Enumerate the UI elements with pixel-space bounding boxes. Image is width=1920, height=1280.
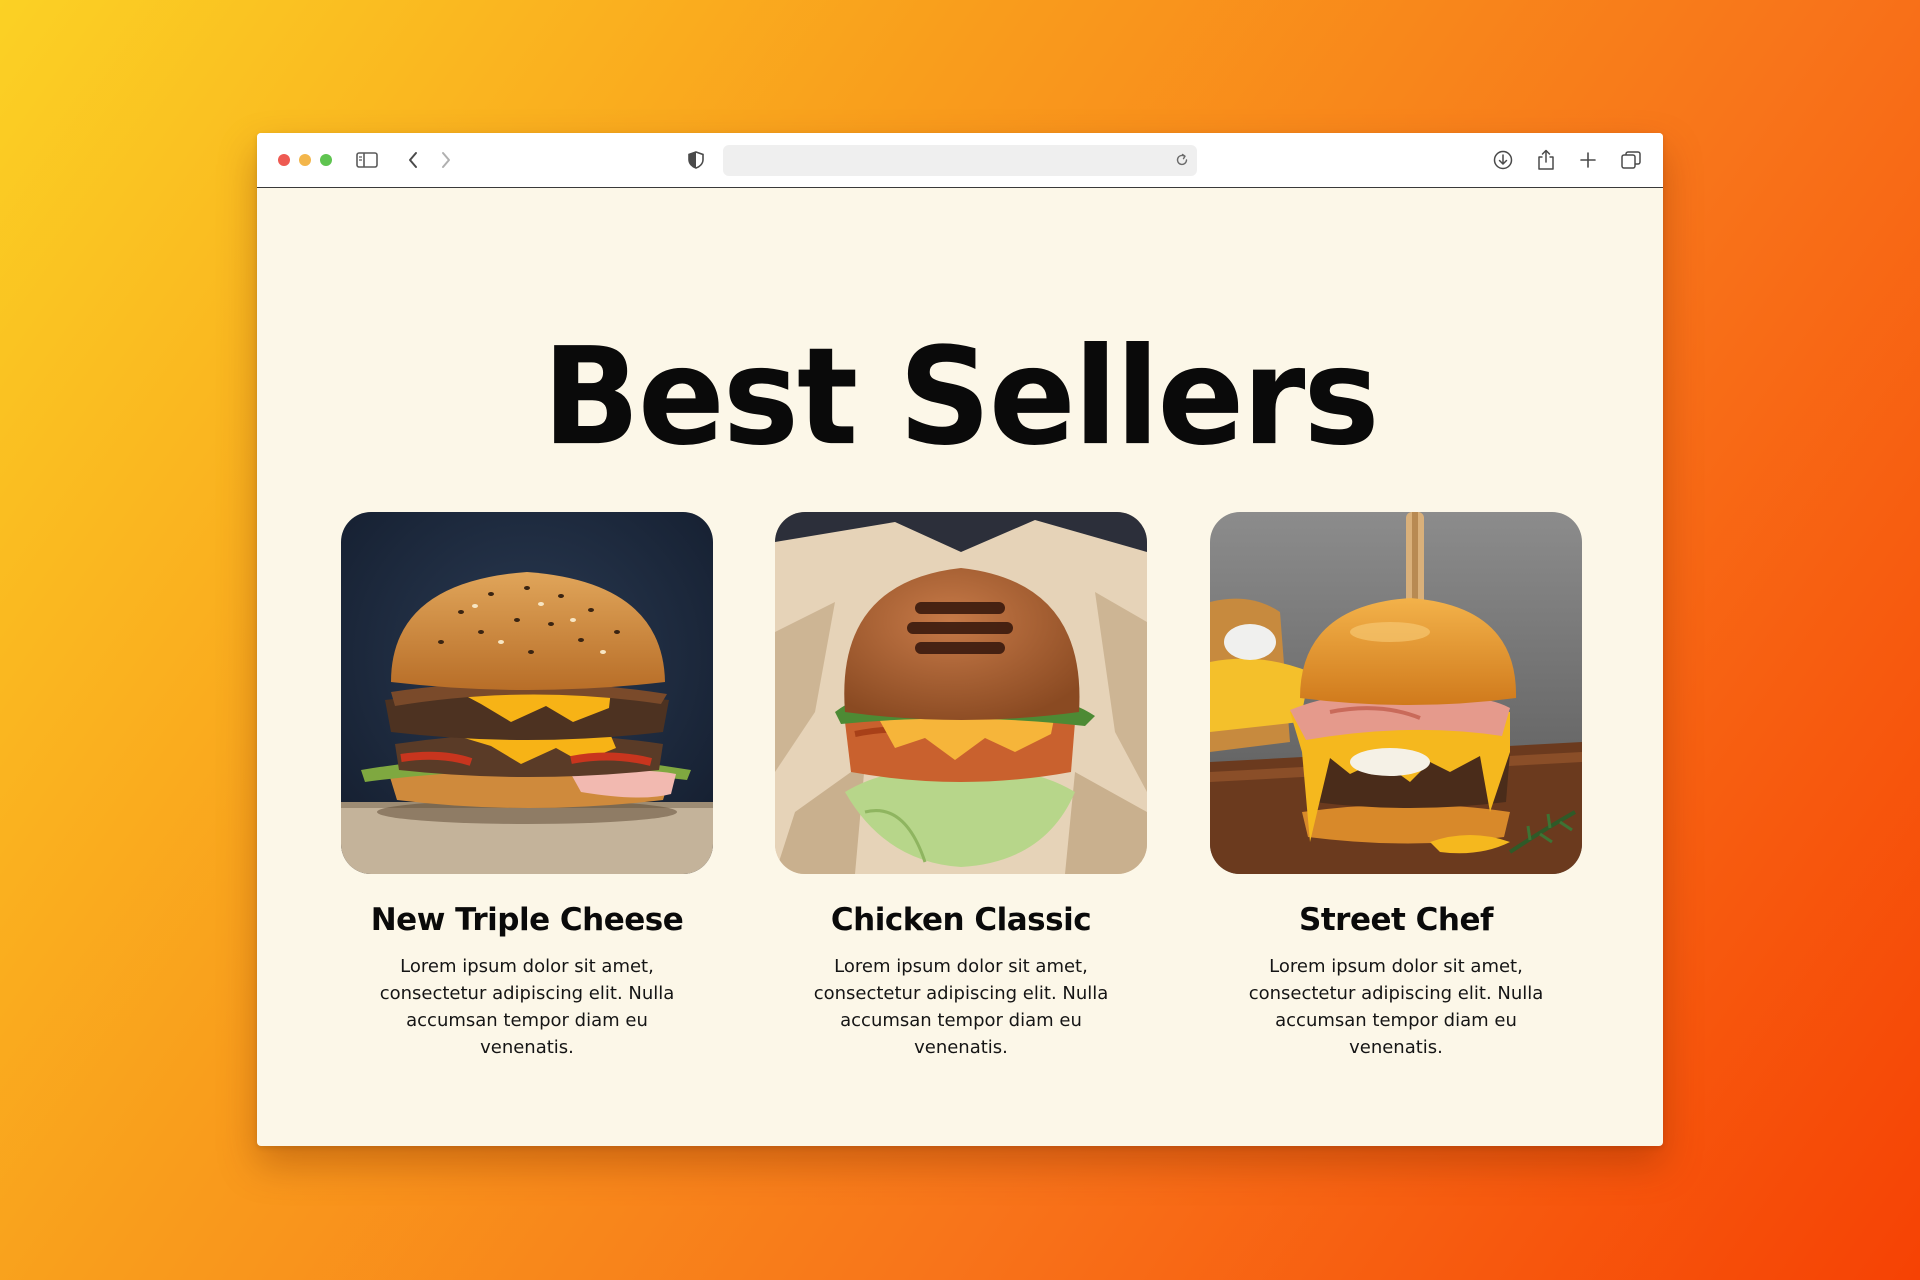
- burger-photo[interactable]: [1210, 512, 1582, 874]
- product-description: Lorem ipsum dolor sit amet, consectetur …: [379, 956, 675, 1059]
- burger-photo[interactable]: [341, 512, 713, 874]
- address-bar[interactable]: [723, 145, 1197, 176]
- product-description: Lorem ipsum dolor sit amet, consectetur …: [813, 956, 1109, 1059]
- product-name[interactable]: Street Chef: [1210, 902, 1582, 939]
- zoom-window-button[interactable]: [320, 154, 332, 166]
- burger-photo[interactable]: [775, 512, 1147, 874]
- product-card[interactable]: Street Chef Lorem ipsum dolor sit amet, …: [1210, 512, 1582, 1061]
- reload-icon[interactable]: [1173, 151, 1191, 169]
- plus-icon[interactable]: [1574, 146, 1602, 174]
- product-card[interactable]: Chicken Classic Lorem ipsum dolor sit am…: [775, 512, 1147, 1061]
- chevron-left-icon[interactable]: [399, 146, 427, 174]
- product-description: Lorem ipsum dolor sit amet, consectetur …: [1248, 956, 1544, 1059]
- page-title: Best Sellers: [542, 319, 1379, 476]
- minimize-window-button[interactable]: [299, 154, 311, 166]
- close-window-button[interactable]: [278, 154, 290, 166]
- shield-icon[interactable]: [682, 146, 710, 174]
- product-name[interactable]: Chicken Classic: [775, 902, 1147, 939]
- share-icon[interactable]: [1532, 146, 1560, 174]
- chevron-right-icon[interactable]: [432, 146, 460, 174]
- page-content: Best Sellers New Triple Cheese Lorem ips…: [257, 188, 1663, 1146]
- browser-toolbar: [257, 133, 1663, 188]
- sidebar-icon[interactable]: [353, 146, 381, 174]
- product-card[interactable]: New Triple Cheese Lorem ipsum dolor sit …: [341, 512, 713, 1061]
- download-icon[interactable]: [1489, 146, 1517, 174]
- browser-window: Best Sellers New Triple Cheese Lorem ips…: [257, 133, 1663, 1146]
- tabs-overview-icon[interactable]: [1617, 146, 1645, 174]
- product-name[interactable]: New Triple Cheese: [341, 902, 713, 939]
